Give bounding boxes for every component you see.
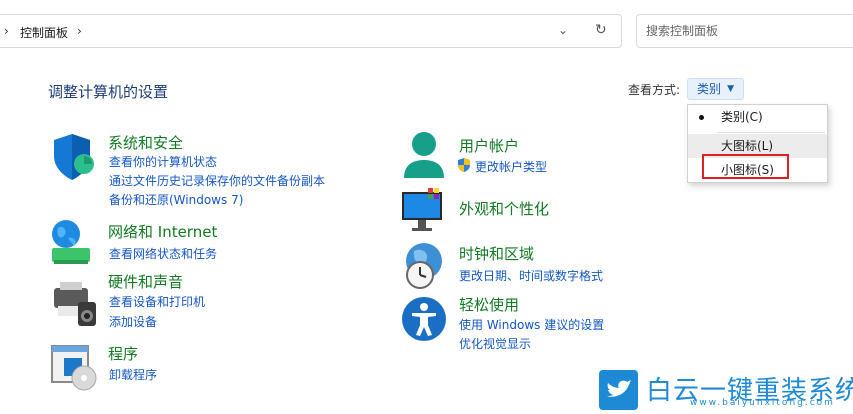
programs-title[interactable]: 程序 <box>108 343 138 364</box>
user-accounts-title[interactable]: 用户帐户 <box>459 135 519 156</box>
selected-dot-icon <box>699 115 704 120</box>
menu-separator <box>717 132 825 133</box>
network-link-1[interactable]: 查看网络状态和任务 <box>109 245 217 262</box>
system-security-link-1[interactable]: 查看你的计算机状态 <box>109 153 217 170</box>
breadcrumb-chevron-icon[interactable]: › <box>77 24 82 38</box>
user-accounts-link-1[interactable]: 更改帐户类型 <box>475 158 547 175</box>
menu-item-category[interactable]: 类别(C) <box>688 105 827 129</box>
watermark-bird-logo-icon <box>599 370 638 410</box>
address-history-dropdown-icon[interactable]: ⌄ <box>558 23 568 37</box>
network-globe-icon <box>52 220 90 264</box>
clock-globe-icon <box>406 243 442 289</box>
clock-region-title[interactable]: 时钟和区域 <box>459 243 534 264</box>
page-title: 调整计算机的设置 <box>48 83 169 101</box>
programs-window-disc-icon <box>51 345 97 391</box>
address-bar[interactable]: › 控制面板 › ⌄ ↻ <box>0 14 622 48</box>
menu-item-small-icons[interactable]: 小图标(S) <box>688 158 827 182</box>
ease-access-link-2[interactable]: 优化视觉显示 <box>459 335 531 352</box>
ease-access-title[interactable]: 轻松使用 <box>459 294 519 315</box>
system-security-title[interactable]: 系统和安全 <box>108 132 183 153</box>
view-by-selected: 类别 <box>697 82 722 96</box>
search-box[interactable] <box>636 14 853 48</box>
refresh-icon[interactable]: ↻ <box>595 22 607 38</box>
network-title[interactable]: 网络和 Internet <box>108 221 217 242</box>
user-account-icon <box>404 132 444 178</box>
appearance-monitor-icon <box>402 188 442 231</box>
breadcrumb-root-chevron-icon[interactable]: › <box>4 24 9 38</box>
view-by-label: 查看方式: <box>628 83 681 97</box>
hardware-link-1[interactable]: 查看设备和打印机 <box>109 293 205 310</box>
programs-link-1[interactable]: 卸载程序 <box>109 366 157 383</box>
menu-item-large-icons[interactable]: 大图标(L) <box>688 134 827 158</box>
accessibility-icon <box>402 297 446 341</box>
system-security-link-3[interactable]: 备份和还原(Windows 7) <box>109 191 243 208</box>
hardware-link-2[interactable]: 添加设备 <box>109 313 157 330</box>
menu-item-label: 大图标(L) <box>721 139 774 153</box>
clock-region-link-1[interactable]: 更改日期、时间或数字格式 <box>459 267 603 284</box>
security-shield-icon <box>54 134 94 180</box>
printer-speaker-icon <box>54 282 96 326</box>
hardware-title[interactable]: 硬件和声音 <box>108 271 183 292</box>
view-by-dropdown[interactable]: 类别 ▼ <box>687 78 744 100</box>
view-by-menu: 类别(C) 大图标(L) 小图标(S) <box>687 104 828 183</box>
ease-access-link-1[interactable]: 使用 Windows 建议的设置 <box>459 316 604 333</box>
caret-down-icon: ▼ <box>727 84 734 94</box>
watermark-url: www.baiyunxitong.com <box>690 398 835 408</box>
menu-item-label: 小图标(S) <box>721 163 774 177</box>
breadcrumb-control-panel[interactable]: 控制面板 <box>20 24 68 41</box>
search-input[interactable] <box>637 15 853 47</box>
uac-shield-icon <box>458 158 470 172</box>
appearance-title[interactable]: 外观和个性化 <box>459 198 549 219</box>
system-security-link-2[interactable]: 通过文件历史记录保存你的文件备份副本 <box>109 172 325 189</box>
menu-item-label: 类别(C) <box>721 110 763 124</box>
